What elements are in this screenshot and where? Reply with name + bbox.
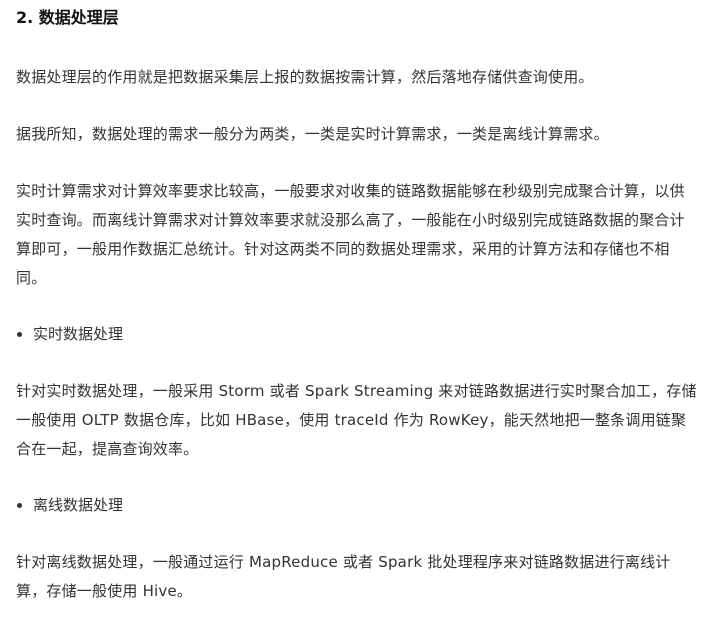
offline-paragraph: 针对离线数据处理，一般通过运行 MapReduce 或者 Spark 批处理程序… (16, 553, 671, 600)
requirements-paragraph: 据我所知，数据处理的需求一般分为两类，一类是实时计算需求，一类是离线计算需求。 (16, 125, 609, 143)
section-heading: 2. 数据处理层 (16, 8, 119, 27)
bullet-dot-icon (17, 503, 22, 508)
realtime-bullet-label: 实时数据处理 (33, 325, 124, 343)
comparison-paragraph: 实时计算需求对计算效率要求比较高，一般要求对收集的链路数据能够在秒级别完成聚合计… (16, 182, 685, 287)
realtime-paragraph: 针对实时数据处理，一般采用 Storm 或者 Spark Streaming 来… (16, 382, 697, 458)
realtime-bullet: 实时数据处理 (16, 320, 698, 349)
bullet-dot-icon (17, 332, 22, 337)
offline-bullet-label: 离线数据处理 (33, 496, 124, 514)
intro-paragraph: 数据处理层的作用就是把数据采集层上报的数据按需计算，然后落地存储供查询使用。 (16, 68, 594, 86)
article-section: 2. 数据处理层 数据处理层的作用就是把数据采集层上报的数据按需计算，然后落地存… (0, 0, 714, 629)
offline-bullet: 离线数据处理 (16, 491, 698, 520)
